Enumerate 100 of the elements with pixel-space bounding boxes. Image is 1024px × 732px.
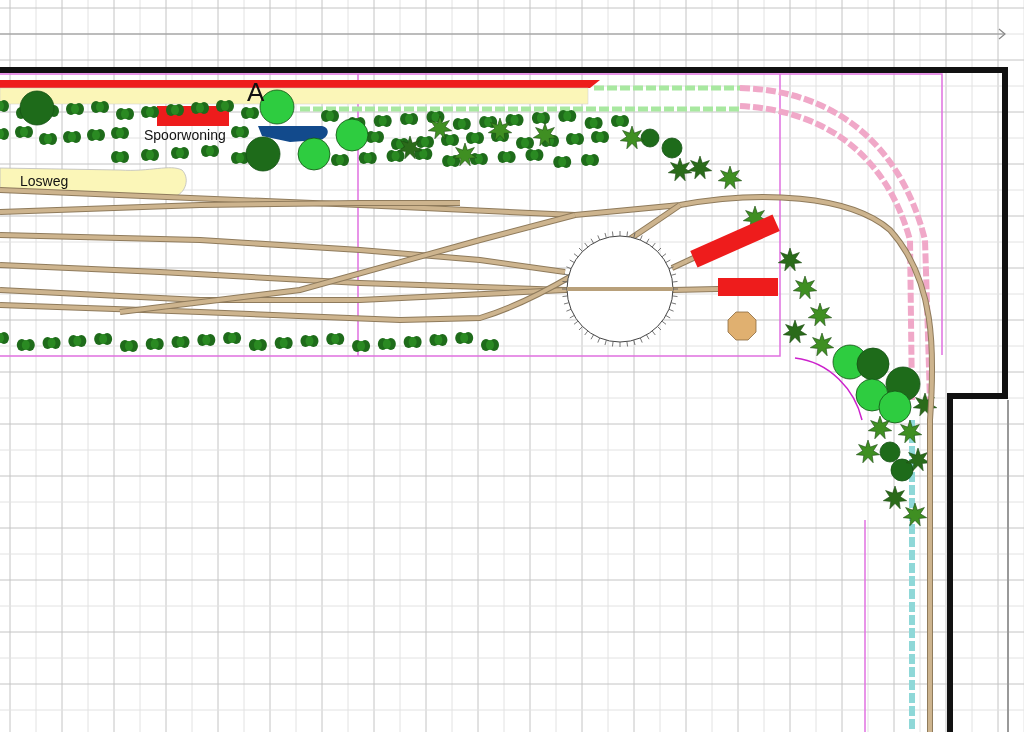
bush xyxy=(352,340,371,352)
bush xyxy=(166,104,184,116)
shrub xyxy=(398,135,422,160)
bush xyxy=(400,113,419,125)
bush xyxy=(274,337,293,349)
shrub xyxy=(810,332,834,357)
bush xyxy=(584,117,603,129)
tree xyxy=(19,90,55,126)
shrub xyxy=(913,392,937,417)
shrub xyxy=(793,275,817,300)
engine-shed xyxy=(718,278,778,296)
building-label: Spoorwoning xyxy=(144,127,226,143)
bush xyxy=(497,151,516,163)
bush xyxy=(0,332,9,344)
bush xyxy=(441,134,459,146)
tree xyxy=(335,118,369,152)
bush xyxy=(66,103,84,115)
tree xyxy=(661,137,683,159)
bush xyxy=(231,126,249,138)
tree xyxy=(878,390,912,424)
bush xyxy=(429,334,448,346)
bush xyxy=(91,101,109,113)
bush xyxy=(216,100,234,112)
tree xyxy=(245,136,281,172)
bush xyxy=(326,333,345,345)
shrub xyxy=(428,115,452,140)
shrub xyxy=(488,117,512,142)
shrub xyxy=(903,502,927,527)
bush xyxy=(248,339,267,351)
bush xyxy=(241,107,259,119)
bush xyxy=(63,131,81,143)
bush xyxy=(377,338,396,350)
bush xyxy=(481,339,499,351)
bush xyxy=(201,145,219,157)
bush xyxy=(455,332,474,344)
bush xyxy=(358,152,377,164)
bush xyxy=(553,156,572,168)
bush xyxy=(611,115,629,127)
tree xyxy=(890,458,914,482)
bush xyxy=(145,338,164,350)
bush xyxy=(525,149,544,161)
shrub xyxy=(718,165,742,190)
curve-line xyxy=(794,357,863,421)
bush xyxy=(171,147,189,159)
shrub xyxy=(906,447,930,472)
tree xyxy=(640,128,660,148)
shrub xyxy=(778,247,802,272)
shrub xyxy=(856,439,880,464)
bush xyxy=(452,118,471,130)
tree xyxy=(879,441,901,463)
shrub xyxy=(688,155,712,180)
bush xyxy=(516,137,534,149)
bush xyxy=(141,149,159,161)
bush xyxy=(87,129,105,141)
bush xyxy=(566,133,584,145)
bush xyxy=(94,333,113,345)
tree xyxy=(855,378,889,412)
bush xyxy=(0,100,9,112)
bush xyxy=(558,110,577,122)
bush xyxy=(321,110,339,122)
bush xyxy=(223,332,242,344)
shrub xyxy=(883,485,907,510)
pond xyxy=(258,126,328,142)
bush xyxy=(171,336,190,348)
bush xyxy=(111,151,129,163)
bush xyxy=(0,128,9,140)
bush xyxy=(141,106,159,118)
shrub xyxy=(453,142,477,167)
bush xyxy=(39,133,57,145)
shrub xyxy=(868,415,892,440)
bush xyxy=(111,127,129,139)
bush xyxy=(331,154,349,166)
bush xyxy=(119,340,138,352)
shrub xyxy=(898,419,922,444)
bush xyxy=(581,154,599,166)
bush xyxy=(386,150,405,162)
bush xyxy=(531,112,550,124)
bush xyxy=(591,131,609,143)
bush xyxy=(466,132,484,144)
shrub xyxy=(533,122,557,147)
road-label: Losweg xyxy=(20,173,69,189)
bush xyxy=(300,335,319,347)
tree xyxy=(297,137,331,171)
bush xyxy=(403,336,422,348)
gazebo xyxy=(727,311,757,341)
bush xyxy=(373,115,392,127)
bush xyxy=(416,136,434,148)
bush xyxy=(15,126,33,138)
bush xyxy=(16,339,35,351)
bush xyxy=(191,102,209,114)
bush xyxy=(116,108,134,120)
bush xyxy=(505,114,524,126)
bush xyxy=(42,337,61,349)
bush xyxy=(68,335,87,347)
shrub xyxy=(783,319,807,344)
shrub xyxy=(620,125,644,150)
shrub xyxy=(808,302,832,327)
shrub xyxy=(668,157,692,182)
tree xyxy=(856,347,890,381)
bush xyxy=(197,334,216,346)
